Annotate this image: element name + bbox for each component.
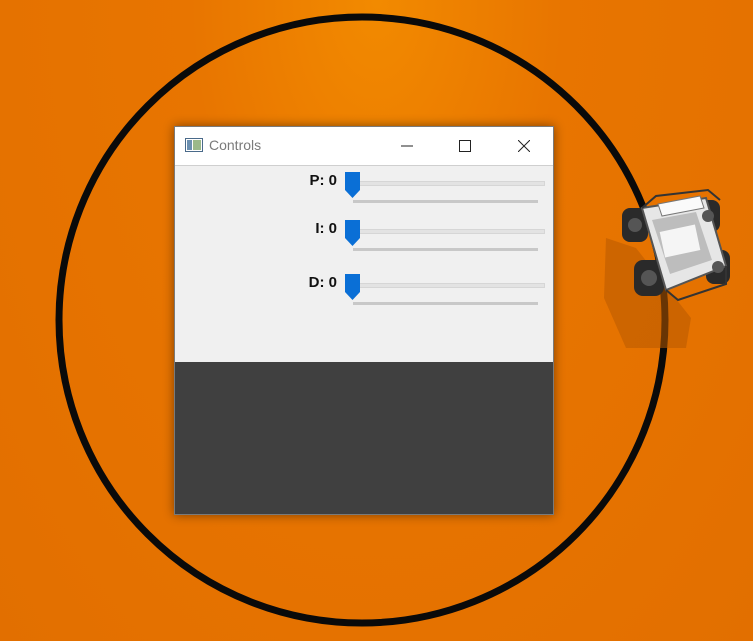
slider-tick-bar <box>353 248 538 251</box>
controls-pane: P: 0 I: 0 D: 0 <box>175 166 553 362</box>
slider-track[interactable] <box>353 229 545 234</box>
maximize-button[interactable] <box>442 127 488 165</box>
p-gain-row: P: 0 <box>175 168 553 208</box>
controls-window: Controls P: 0 I: 0 D: 0 <box>174 126 554 515</box>
window-title: Controls <box>209 137 262 153</box>
minimize-button[interactable] <box>384 127 430 165</box>
d-gain-label: D: 0 <box>308 274 337 291</box>
slider-thumb[interactable] <box>345 274 360 300</box>
image-display-pane <box>175 362 553 514</box>
close-icon <box>518 140 530 152</box>
slider-thumb[interactable] <box>345 172 360 198</box>
robot-car <box>604 188 730 348</box>
slider-thumb[interactable] <box>345 220 360 246</box>
i-gain-slider[interactable] <box>345 220 545 251</box>
slider-tick-bar <box>353 302 538 305</box>
d-gain-row: D: 0 <box>175 270 553 310</box>
close-button[interactable] <box>501 127 547 165</box>
p-gain-slider[interactable] <box>345 172 545 203</box>
p-gain-label: P: 0 <box>309 172 337 189</box>
slider-tick-bar <box>353 200 538 203</box>
minimize-icon <box>401 145 413 147</box>
slider-track[interactable] <box>353 181 545 186</box>
i-gain-label: I: 0 <box>315 220 337 237</box>
title-bar[interactable]: Controls <box>175 127 553 166</box>
i-gain-row: I: 0 <box>175 216 553 256</box>
d-gain-slider[interactable] <box>345 274 545 305</box>
app-window-icon <box>185 138 203 152</box>
slider-track[interactable] <box>353 283 545 288</box>
maximize-icon <box>459 140 471 152</box>
